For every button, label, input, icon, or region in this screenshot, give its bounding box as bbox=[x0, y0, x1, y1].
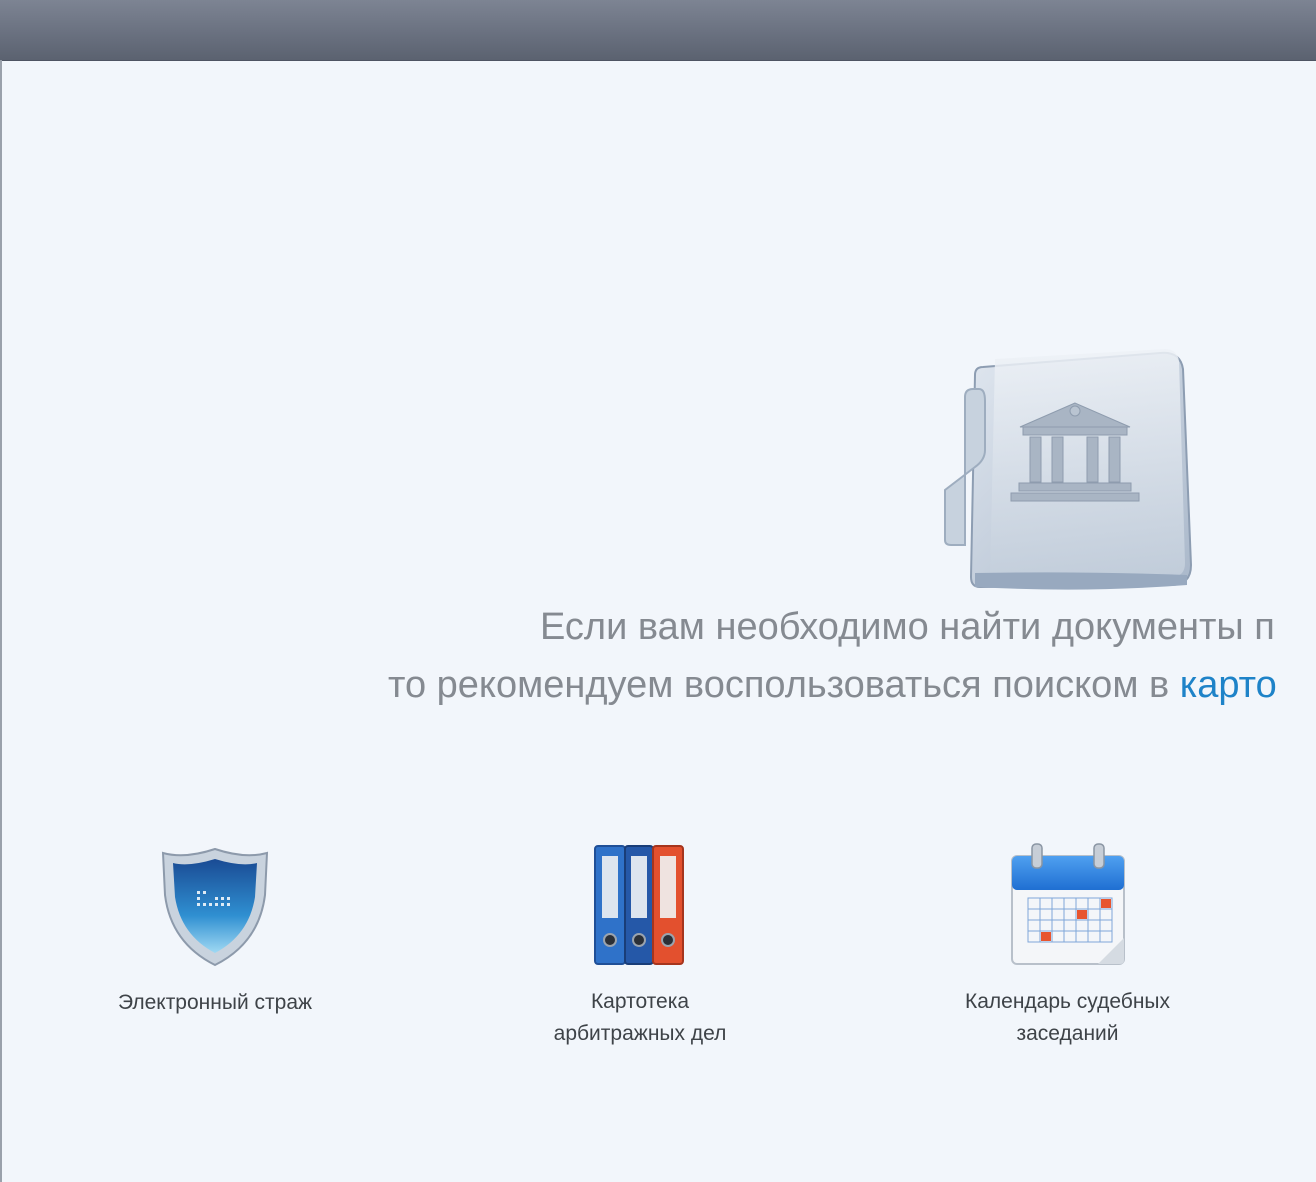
search-hint-text-2: то рекомендуем воспользоваться поиском в bbox=[388, 664, 1180, 706]
tile-label-line-2: арбитражных дел bbox=[553, 1022, 727, 1045]
tile-label-line-2: заседаний bbox=[1016, 1022, 1119, 1045]
search-hint-line-2: то рекомендуем воспользоваться поиском в… bbox=[0, 664, 1316, 707]
search-hint-text-1: Если вам необходимо найти документы п bbox=[540, 606, 1275, 648]
tile-court-hearings-calendar[interactable]: Календарь судебных заседаний bbox=[945, 840, 1190, 1050]
tile-label-line-1: Картотека bbox=[590, 990, 690, 1013]
calendar-icon bbox=[1010, 843, 1125, 965]
tile-label-arbitration-case-index: Картотека арбитражных дел bbox=[520, 986, 760, 1050]
binders-icon bbox=[594, 845, 684, 965]
tile-label-line-1: Календарь судебных bbox=[964, 990, 1171, 1013]
top-header-bar bbox=[0, 0, 1316, 61]
search-hint-line-1: Если вам необходимо найти документы п bbox=[0, 606, 1316, 649]
shield-icon bbox=[161, 847, 269, 967]
tile-arbitration-case-index[interactable]: Картотека арбитражных дел bbox=[520, 840, 760, 1050]
courthouse-folder-icon bbox=[944, 349, 1193, 590]
card-index-link[interactable]: карто bbox=[1180, 664, 1277, 706]
tile-electronic-guard[interactable]: Электронный страж bbox=[95, 845, 335, 1019]
tile-label-court-hearings-calendar: Календарь судебных заседаний bbox=[945, 986, 1190, 1050]
tile-label-electronic-guard: Электронный страж bbox=[117, 991, 313, 1014]
